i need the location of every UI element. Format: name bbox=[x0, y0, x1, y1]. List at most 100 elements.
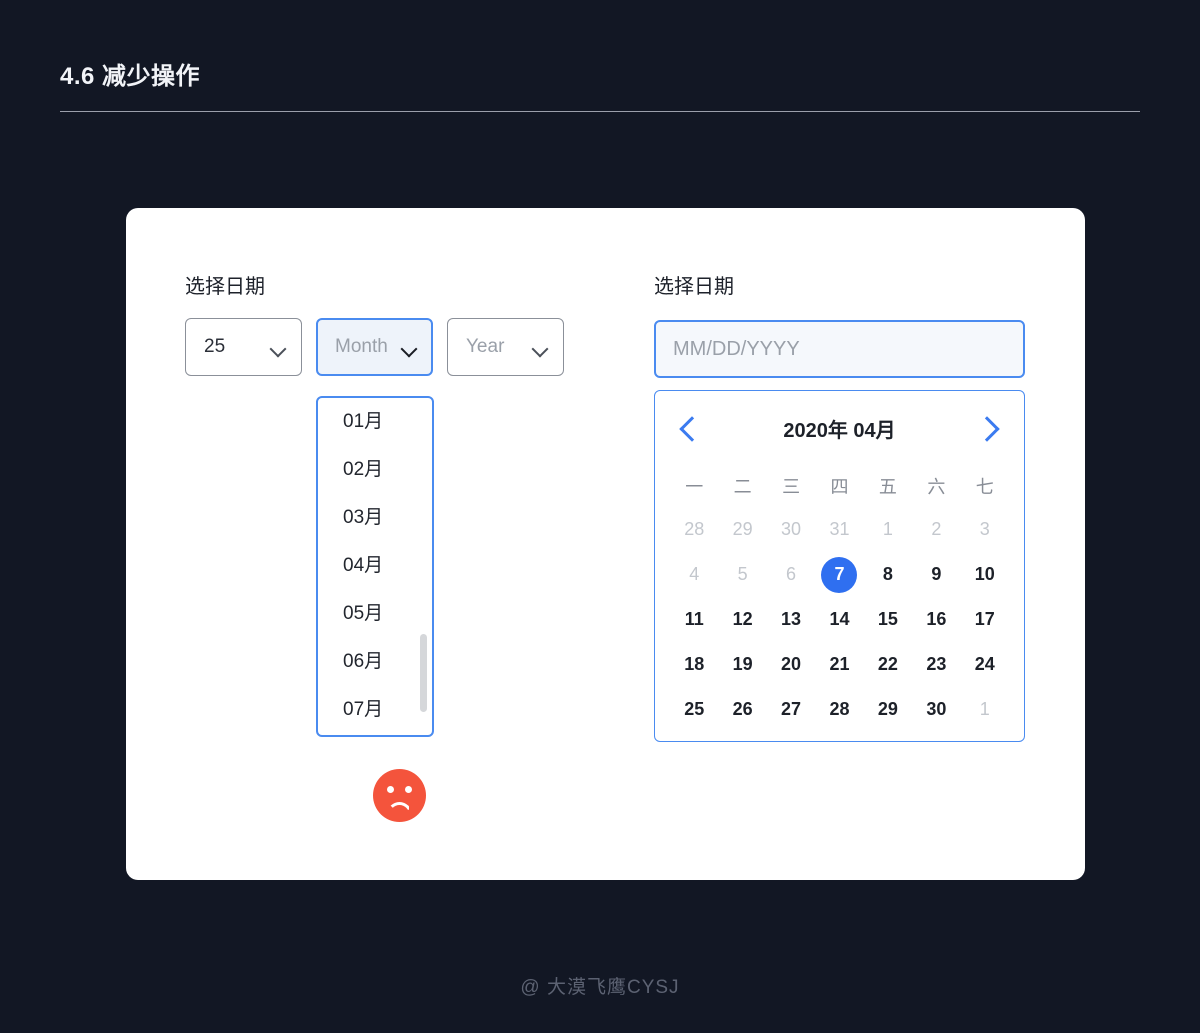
calendar-day[interactable]: 28 bbox=[815, 687, 863, 732]
calendar-day-label: 7 bbox=[821, 556, 858, 593]
frown-mouth bbox=[387, 802, 412, 815]
calendar-day[interactable]: 3 bbox=[961, 507, 1009, 552]
calendar-day[interactable]: 28 bbox=[670, 507, 718, 552]
calendar-day-label: 30 bbox=[781, 519, 802, 539]
chevron-down-icon bbox=[533, 343, 548, 352]
calendar-day[interactable]: 24 bbox=[961, 642, 1009, 687]
calendar-day-label: 4 bbox=[689, 564, 700, 584]
calendar-day-label: 15 bbox=[877, 609, 898, 629]
calendar-day[interactable]: 20 bbox=[767, 642, 815, 687]
calendar-day-label: 27 bbox=[781, 699, 802, 719]
calendar-day-label: 26 bbox=[732, 699, 753, 719]
calendar-day[interactable]: 27 bbox=[767, 687, 815, 732]
day-select[interactable]: 25 bbox=[185, 318, 302, 376]
calendar-day[interactable]: 19 bbox=[718, 642, 766, 687]
weekday-label: 四 bbox=[830, 477, 849, 497]
calendar-picker: 2020年 04月 一 二 三 四 五 六 七 28 29 30 31 1 2 3 4 5 6 7 8… bbox=[654, 390, 1025, 742]
calendar-day[interactable]: 12 bbox=[718, 597, 766, 642]
calendar-day[interactable]: 31 bbox=[815, 507, 863, 552]
dropdown-option[interactable]: 07月 bbox=[318, 686, 432, 734]
calendar-day-label: 12 bbox=[732, 609, 753, 629]
year-select-value: Year bbox=[466, 336, 505, 357]
calendar-day[interactable]: 7 bbox=[815, 552, 863, 597]
dropdown-scrollbar-thumb[interactable] bbox=[420, 634, 427, 712]
calendar-day-label: 14 bbox=[829, 609, 850, 629]
chevron-down-icon bbox=[402, 343, 417, 352]
sad-face-icon bbox=[373, 769, 426, 822]
title-divider bbox=[60, 111, 1140, 112]
dropdown-option[interactable]: 01月 bbox=[318, 398, 432, 446]
calendar-day-label: 10 bbox=[974, 564, 995, 584]
calendar-day-label: 21 bbox=[829, 654, 850, 674]
calendar-day-label: 29 bbox=[877, 699, 898, 719]
calendar-day-label: 29 bbox=[732, 519, 753, 539]
demo-card: 选择日期 25 Month Year 01月 02月 03月 04月 05月 0… bbox=[126, 208, 1085, 880]
calendar-day[interactable]: 17 bbox=[961, 597, 1009, 642]
calendar-day[interactable]: 14 bbox=[815, 597, 863, 642]
dropdown-option[interactable]: 03月 bbox=[318, 494, 432, 542]
calendar-day[interactable]: 10 bbox=[961, 552, 1009, 597]
calendar-day[interactable]: 6 bbox=[767, 552, 815, 597]
year-select[interactable]: Year bbox=[447, 318, 564, 376]
calendar-header: 2020年 04月 bbox=[670, 391, 1009, 465]
dropdown-option[interactable]: 02月 bbox=[318, 446, 432, 494]
calendar-day-label: 2 bbox=[931, 519, 942, 539]
calendar-day[interactable]: 22 bbox=[864, 642, 912, 687]
day-select-value: 25 bbox=[204, 336, 226, 357]
chevron-left-icon[interactable] bbox=[678, 415, 704, 441]
calendar-day[interactable]: 8 bbox=[864, 552, 912, 597]
date-input[interactable]: MM/DD/YYYY bbox=[654, 320, 1025, 378]
chevron-down-icon bbox=[271, 343, 286, 352]
select-row: 25 Month Year bbox=[185, 318, 564, 376]
footer-watermark: @ 大漠飞鹰CYSJ bbox=[520, 977, 680, 998]
calendar-day[interactable]: 16 bbox=[912, 597, 960, 642]
calendar-day[interactable]: 30 bbox=[912, 687, 960, 732]
weekday-label: 三 bbox=[782, 477, 801, 497]
calendar-day[interactable]: 4 bbox=[670, 552, 718, 597]
calendar-day[interactable]: 30 bbox=[767, 507, 815, 552]
calendar-day[interactable]: 11 bbox=[670, 597, 718, 642]
weekday-label: 一 bbox=[685, 477, 704, 497]
calendar-day[interactable]: 23 bbox=[912, 642, 960, 687]
calendar-day[interactable]: 5 bbox=[718, 552, 766, 597]
calendar-day-label: 6 bbox=[786, 564, 797, 584]
calendar-day[interactable]: 21 bbox=[815, 642, 863, 687]
calendar-day-label: 28 bbox=[829, 699, 850, 719]
calendar-day-label: 3 bbox=[979, 519, 990, 539]
month-select[interactable]: Month bbox=[316, 318, 433, 376]
calendar-day-label: 8 bbox=[882, 564, 893, 584]
left-panel-label: 选择日期 bbox=[185, 276, 265, 298]
calendar-day-label: 25 bbox=[684, 699, 705, 719]
calendar-day[interactable]: 1 bbox=[864, 507, 912, 552]
weekday-label: 五 bbox=[878, 477, 897, 497]
calendar-day-label: 30 bbox=[926, 699, 947, 719]
calendar-day-label: 31 bbox=[829, 519, 850, 539]
dropdown-option[interactable]: 04月 bbox=[318, 542, 432, 590]
calendar-day-label: 24 bbox=[974, 654, 995, 674]
month-select-value: Month bbox=[335, 336, 388, 357]
calendar-day-label: 23 bbox=[926, 654, 947, 674]
calendar-day[interactable]: 29 bbox=[718, 507, 766, 552]
calendar-day-label: 1 bbox=[979, 699, 990, 719]
chevron-right-icon[interactable] bbox=[975, 415, 1001, 441]
calendar-day[interactable]: 15 bbox=[864, 597, 912, 642]
dropdown-option[interactable]: 06月 bbox=[318, 638, 432, 686]
calendar-day[interactable]: 13 bbox=[767, 597, 815, 642]
calendar-day-label: 17 bbox=[974, 609, 995, 629]
month-dropdown-list[interactable]: 01月 02月 03月 04月 05月 06月 07月 bbox=[316, 396, 434, 737]
date-input-placeholder: MM/DD/YYYY bbox=[673, 337, 800, 360]
eye-right bbox=[405, 786, 412, 793]
eye-left bbox=[387, 786, 394, 793]
calendar-day[interactable]: 1 bbox=[961, 687, 1009, 732]
calendar-day-label: 9 bbox=[931, 564, 942, 584]
calendar-day[interactable]: 29 bbox=[864, 687, 912, 732]
calendar-title: 2020年 04月 bbox=[783, 419, 896, 442]
calendar-day-grid: 28 29 30 31 1 2 3 4 5 6 7 8 9 10 11 12 13 14 15 16 17 18 19 20 2… bbox=[670, 507, 1009, 732]
calendar-day[interactable]: 26 bbox=[718, 687, 766, 732]
calendar-day[interactable]: 18 bbox=[670, 642, 718, 687]
calendar-day-label: 28 bbox=[684, 519, 705, 539]
calendar-day[interactable]: 2 bbox=[912, 507, 960, 552]
calendar-day[interactable]: 25 bbox=[670, 687, 718, 732]
calendar-day[interactable]: 9 bbox=[912, 552, 960, 597]
dropdown-option[interactable]: 05月 bbox=[318, 590, 432, 638]
